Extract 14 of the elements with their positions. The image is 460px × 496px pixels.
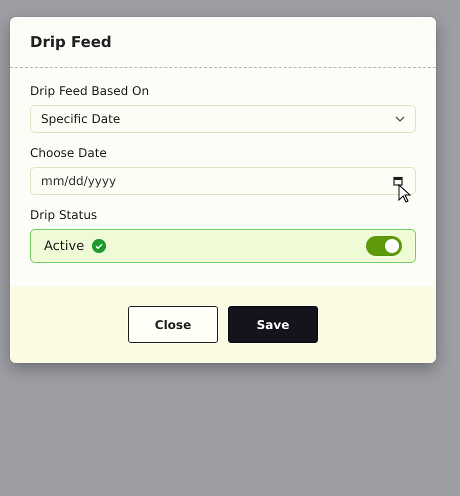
field-label: Drip Status — [30, 208, 98, 222]
check-circle-icon — [92, 239, 106, 253]
calendar-icon[interactable] — [393, 176, 403, 186]
select-field[interactable]: Specific Date — [30, 105, 416, 133]
chevron-down-icon — [395, 116, 405, 122]
save-button[interactable]: Save — [228, 306, 318, 343]
field-label: Drip Feed Based On — [30, 84, 150, 98]
close-button[interactable]: Close — [128, 306, 218, 343]
dialog-title: Drip Feed — [30, 33, 112, 51]
status-label: Active — [44, 238, 84, 254]
toggle-switch[interactable] — [366, 236, 402, 256]
cursor-icon — [398, 184, 412, 204]
date-field[interactable]: mm/dd/yyyy — [30, 167, 416, 195]
field-label: Choose Date — [30, 146, 108, 160]
